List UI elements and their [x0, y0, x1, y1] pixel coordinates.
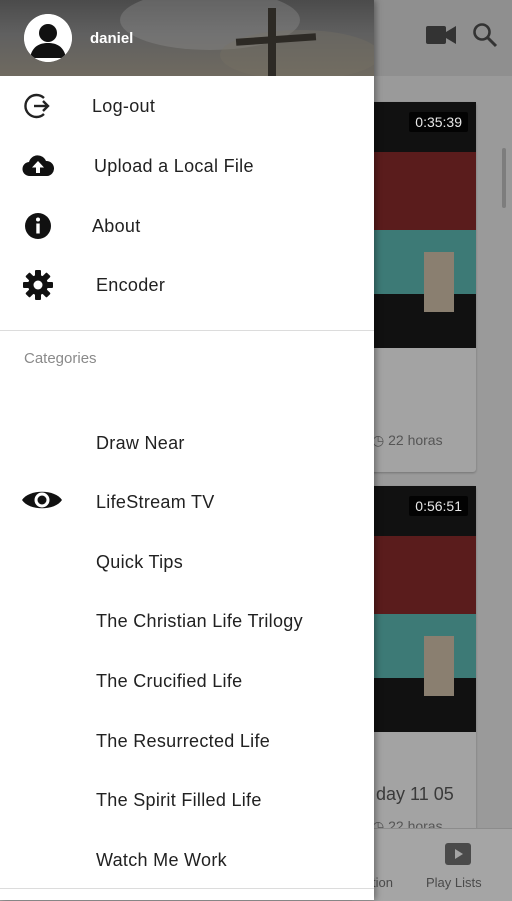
video-age: 22 horas [388, 432, 443, 448]
category-label: Quick Tips [96, 552, 184, 572]
category-label: The Christian Life Trilogy [96, 611, 303, 631]
category-item[interactable]: The Spirit Filled Life [0, 772, 374, 828]
category-item[interactable]: Watch Me Work [0, 832, 374, 888]
category-label: The Crucified Life [96, 671, 243, 691]
logout-icon [20, 88, 56, 124]
divider [0, 330, 374, 331]
eye-icon [20, 480, 64, 520]
divider [0, 888, 374, 889]
navigation-drawer: daniel Log-out Upload a Local File About… [0, 0, 374, 900]
video-title: day 11 05 [376, 784, 454, 804]
menu-item-label: Encoder [96, 274, 166, 295]
bottom-nav: tion Play Lists [352, 828, 512, 901]
category-label: The Resurrected Life [96, 731, 271, 751]
category-item[interactable]: The Crucified Life [0, 653, 374, 709]
drawer-header: daniel [0, 0, 374, 76]
menu-item-label: Log-out [92, 95, 156, 116]
menu-item-upload[interactable]: Upload a Local File [0, 136, 374, 196]
menu-item-logout[interactable]: Log-out [0, 76, 374, 136]
cloud-upload-icon [20, 148, 56, 184]
category-label: The Spirit Filled Life [96, 790, 262, 810]
search-icon[interactable] [472, 22, 498, 53]
username: daniel [90, 30, 134, 47]
menu-item-label: About [92, 215, 141, 236]
categories-heading: Categories [24, 350, 97, 367]
info-icon [20, 208, 56, 244]
avatar[interactable] [24, 14, 72, 62]
category-item[interactable]: Quick Tips [0, 534, 374, 590]
category-label: Watch Me Work [96, 850, 227, 870]
category-item[interactable]: The Resurrected Life [0, 713, 374, 769]
category-item[interactable]: LifeStream TV [0, 474, 374, 530]
playlist-icon[interactable] [445, 843, 471, 870]
video-duration: 0:56:51 [409, 496, 468, 516]
category-item[interactable]: Draw Near [0, 415, 374, 471]
menu-item-about[interactable]: About [0, 196, 374, 256]
category-label: LifeStream TV [96, 492, 215, 512]
bottom-tab-playlists[interactable]: Play Lists [426, 875, 482, 890]
menu-item-label: Upload a Local File [94, 155, 254, 176]
menu-item-encoder[interactable]: Encoder [0, 255, 374, 315]
category-label: Draw Near [96, 433, 185, 453]
category-item[interactable]: The Christian Life Trilogy [0, 593, 374, 649]
gear-icon [20, 267, 56, 303]
bottom-tab-label[interactable]: tion [372, 875, 393, 890]
video-duration: 0:35:39 [409, 112, 468, 132]
scrollbar[interactable] [502, 148, 506, 208]
video-camera-icon[interactable] [426, 24, 456, 51]
